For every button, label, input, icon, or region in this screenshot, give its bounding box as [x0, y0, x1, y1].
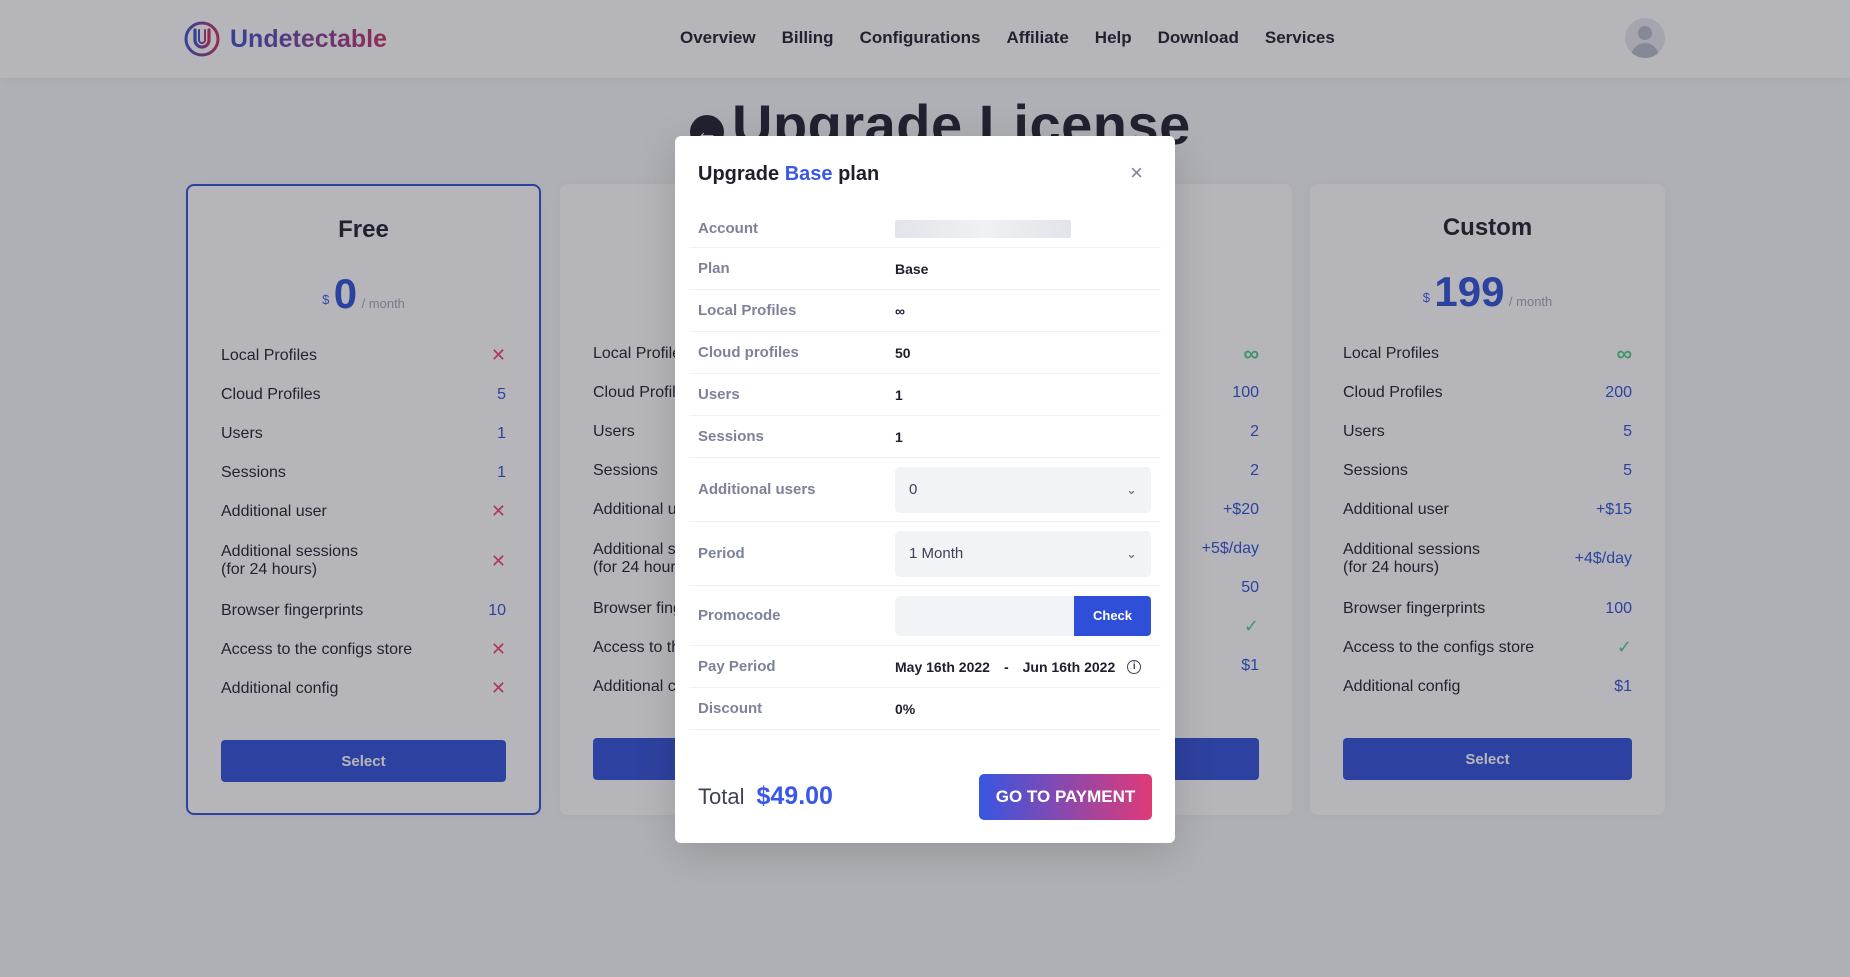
local-profiles-label: Local Profiles	[698, 302, 797, 319]
modal-title-prefix: Upgrade	[698, 163, 780, 185]
total-label: Total	[698, 784, 745, 809]
pay-period-end: Jun 16th 2022	[1022, 658, 1116, 675]
cloud-profiles-label: Cloud profiles	[698, 344, 799, 361]
users-value: 1	[895, 386, 903, 403]
period-label: Period	[698, 545, 745, 562]
total: Total $49.00	[698, 782, 833, 811]
pay-period-start: May 16th 2022	[895, 658, 990, 675]
pay-period-separator: -	[1003, 658, 1009, 675]
additional-users-label: Additional users	[698, 481, 816, 498]
row-plan: Plan Base	[689, 248, 1161, 290]
cloud-profiles-value: 50	[895, 344, 911, 361]
row-promocode: Promocode Check	[689, 586, 1161, 646]
users-label: Users	[698, 386, 740, 403]
period-select[interactable]: 1 Month ⌄	[895, 530, 1151, 577]
infinity-icon: ∞	[895, 302, 905, 319]
check-promocode-button[interactable]: Check	[1074, 595, 1151, 636]
sessions-value: 1	[895, 428, 903, 445]
discount-value: 0%	[895, 700, 916, 717]
additional-users-select[interactable]: 0 ⌄	[895, 466, 1151, 513]
modal-title-suffix: plan	[838, 163, 880, 185]
modal-title: Upgrade Base plan	[698, 163, 879, 186]
go-to-payment-button[interactable]: GO TO PAYMENT	[979, 774, 1152, 820]
account-label: Account	[698, 220, 758, 237]
info-icon[interactable]: i	[1127, 659, 1142, 674]
row-pay-period: Pay Period May 16th 2022 - Jun 16th 2022…	[689, 646, 1161, 688]
order-details: Account Plan Base Local Profiles ∞ Cloud…	[689, 210, 1161, 730]
sessions-label: Sessions	[698, 428, 764, 445]
row-additional-users: Additional users 0 ⌄	[689, 458, 1161, 522]
total-value: $49.00	[756, 782, 833, 810]
upgrade-modal: Upgrade Base plan × Account Plan Base Lo…	[675, 136, 1175, 843]
pay-period-value: May 16th 2022 - Jun 16th 2022 i	[895, 658, 1142, 675]
row-period: Period 1 Month ⌄	[689, 522, 1161, 586]
row-discount: Discount 0%	[689, 688, 1161, 730]
account-value-redacted	[895, 219, 1071, 238]
plan-label: Plan	[698, 260, 730, 277]
plan-value: Base	[895, 260, 929, 277]
chevron-down-icon: ⌄	[1126, 545, 1137, 561]
close-icon[interactable]: ×	[1130, 160, 1143, 186]
promocode-group: Check	[895, 595, 1151, 636]
row-account: Account	[689, 210, 1161, 248]
row-users: Users 1	[689, 374, 1161, 416]
modal-title-plan: Base	[784, 163, 833, 185]
period-value: 1 Month	[909, 545, 964, 562]
row-cloud-profiles: Cloud profiles 50	[689, 332, 1161, 374]
row-sessions: Sessions 1	[689, 416, 1161, 458]
discount-label: Discount	[698, 700, 763, 717]
chevron-down-icon: ⌄	[1126, 481, 1137, 497]
row-local-profiles: Local Profiles ∞	[689, 290, 1161, 332]
additional-users-value: 0	[909, 481, 918, 498]
promocode-input[interactable]	[895, 595, 1074, 636]
promocode-label: Promocode	[698, 607, 781, 624]
pay-period-label: Pay Period	[698, 658, 776, 675]
